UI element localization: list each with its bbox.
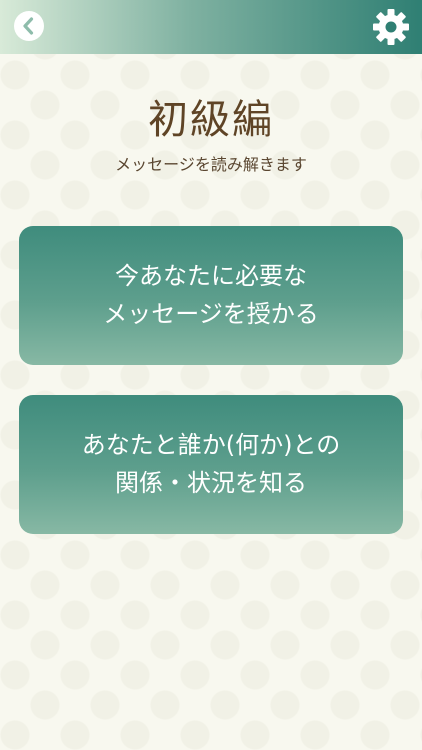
chevron-left-icon — [23, 17, 34, 35]
option-card-line1: 今あなたに必要な — [115, 262, 307, 291]
option-card-relationship[interactable]: あなたと誰か(何か)との 関係・状況を知る — [19, 395, 403, 534]
gear-icon — [373, 9, 409, 45]
option-card-line1: あなたと誰か(何か)との — [81, 431, 341, 460]
option-card-line2: 関係・状況を知る — [115, 468, 307, 497]
settings-button[interactable] — [372, 8, 410, 46]
top-bar — [0, 0, 422, 54]
option-card-line2: メッセージを授かる — [103, 299, 319, 328]
option-card-message[interactable]: 今あなたに必要な メッセージを授かる — [19, 226, 403, 365]
page-subtitle: メッセージを読み解きます — [115, 155, 307, 174]
page-title: 初級編 — [148, 97, 274, 143]
back-button[interactable] — [14, 11, 44, 41]
